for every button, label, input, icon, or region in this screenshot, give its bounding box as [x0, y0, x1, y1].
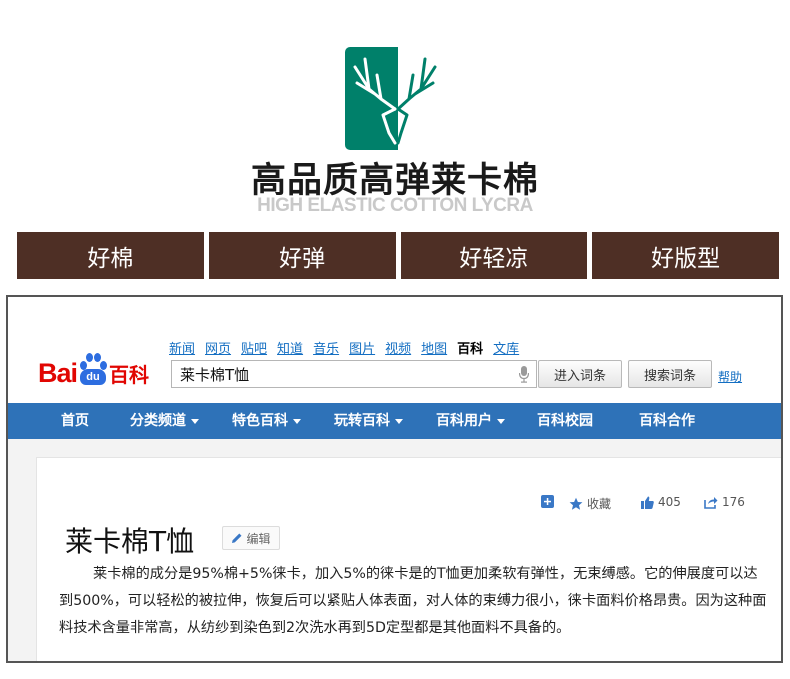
- share-icon: [704, 496, 718, 509]
- baike-content-area: 收藏 405 176 莱卡棉T恤 编辑 莱卡棉的成分是95%棉+5%徕卡，加入5…: [8, 439, 781, 661]
- nav-video[interactable]: 视频: [385, 338, 411, 357]
- edit-label: 编辑: [246, 531, 271, 546]
- caret-down-icon: [191, 418, 199, 424]
- nav-zhidao[interactable]: 知道: [277, 338, 303, 357]
- share-button[interactable]: 176: [704, 495, 745, 509]
- thumbs-up-icon: [641, 496, 654, 509]
- like-count: 405: [658, 495, 681, 509]
- logo-baike-text: 百科: [109, 363, 150, 387]
- entry-title: 莱卡棉T恤: [65, 525, 195, 558]
- baike-header: Bai du 百科 新闻 网页 贴吧 知道 音乐 图片 视频 地图 百科 文库 …: [8, 297, 781, 403]
- product-nav: 新闻 网页 贴吧 知道 音乐 图片 视频 地图 百科 文库: [169, 338, 529, 357]
- share-count: 176: [722, 495, 745, 509]
- collect-button[interactable]: 收藏: [569, 495, 611, 512]
- menu-cooperation[interactable]: 百科合作: [639, 403, 695, 439]
- paw-icon: du: [78, 351, 108, 387]
- menu-featured[interactable]: 特色百科: [232, 403, 301, 439]
- feature-good-cool: 好轻凉: [400, 232, 588, 279]
- feature-good-elastic: 好弹: [208, 232, 396, 279]
- nav-music[interactable]: 音乐: [313, 338, 339, 357]
- menu-campus[interactable]: 百科校园: [537, 403, 593, 439]
- nav-web[interactable]: 网页: [205, 338, 231, 357]
- feature-good-fit: 好版型: [592, 232, 779, 279]
- baidu-baike-logo[interactable]: Bai du 百科: [38, 345, 149, 387]
- nav-images[interactable]: 图片: [349, 338, 375, 357]
- add-tool[interactable]: [541, 495, 554, 508]
- logo-du-text: du: [80, 369, 107, 385]
- entry-card: 收藏 405 176 莱卡棉T恤 编辑 莱卡棉的成分是95%棉+5%徕卡，加入5…: [36, 457, 781, 661]
- menu-users[interactable]: 百科用户: [436, 403, 505, 439]
- microphone-icon[interactable]: [519, 366, 529, 383]
- search-entry-button[interactable]: 搜索词条: [628, 360, 712, 388]
- menu-play[interactable]: 玩转百科: [334, 403, 403, 439]
- pencil-icon: [232, 533, 242, 543]
- hero-subtitle: HIGH ELASTIC COTTON LYCRA: [257, 195, 533, 216]
- edit-button[interactable]: 编辑: [222, 526, 280, 550]
- nav-baike[interactable]: 百科: [457, 338, 483, 357]
- feature-good-cotton: 好棉: [17, 232, 204, 279]
- caret-down-icon: [293, 418, 301, 424]
- baike-menu-bar: 首页 分类频道 特色百科 玩转百科 百科用户 百科校园 百科合作: [8, 403, 781, 439]
- nav-tieba[interactable]: 贴吧: [241, 338, 267, 357]
- caret-down-icon: [395, 418, 403, 424]
- feature-bar: 好棉 好弹 好轻凉 好版型: [17, 232, 779, 279]
- entry-toolbar: 收藏 405 176: [541, 495, 781, 515]
- collect-label: 收藏: [587, 497, 612, 511]
- help-link[interactable]: 帮助: [718, 368, 742, 385]
- menu-home[interactable]: 首页: [61, 403, 89, 439]
- enter-entry-button[interactable]: 进入词条: [538, 360, 622, 388]
- nav-news[interactable]: 新闻: [169, 338, 195, 357]
- search-input-value: 莱卡棉T恤: [180, 365, 250, 384]
- deer-antler-logo-icon: [345, 47, 445, 150]
- menu-categories[interactable]: 分类频道: [130, 403, 199, 439]
- search-input[interactable]: 莱卡棉T恤: [171, 360, 537, 388]
- star-icon: [569, 497, 583, 510]
- plus-box-icon: [541, 495, 554, 508]
- entry-summary: 莱卡棉的成分是95%棉+5%徕卡，加入5%的徕卡是的T恤更加柔软有弹性，无束缚感…: [59, 566, 767, 636]
- baike-screenshot: Bai du 百科 新闻 网页 贴吧 知道 音乐 图片 视频 地图 百科 文库 …: [6, 295, 783, 663]
- caret-down-icon: [497, 418, 505, 424]
- like-button[interactable]: 405: [641, 495, 681, 509]
- nav-wenku[interactable]: 文库: [493, 338, 519, 357]
- nav-map[interactable]: 地图: [421, 338, 447, 357]
- logo-bai-text: Bai: [38, 358, 78, 388]
